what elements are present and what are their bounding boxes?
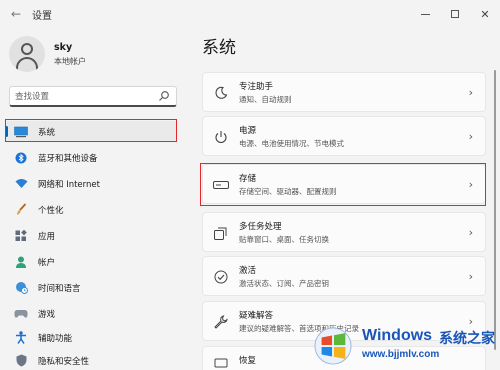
sidebar-item-gaming[interactable]: 游戏	[5, 303, 177, 324]
card-multitasking[interactable]: 多任务处理 贴靠窗口、桌面、任务切换 ›	[202, 212, 486, 252]
sidebar-item-accounts[interactable]: 帐户	[5, 251, 177, 272]
watermark-suffix: 系统之家	[439, 331, 495, 347]
focus-moon-icon	[213, 85, 229, 101]
sidebar-item-label: 个性化	[38, 205, 64, 216]
card-title: 专注助手	[239, 82, 274, 92]
power-icon	[213, 129, 229, 145]
sidebar-item-apps[interactable]: 应用	[5, 225, 177, 246]
shield-icon	[14, 354, 28, 368]
display-icon	[14, 125, 28, 139]
multitask-icon	[213, 225, 229, 241]
card-storage[interactable]: 存储 存储空间、驱动器、配置规则 ›	[202, 164, 486, 204]
windows-logo-icon	[314, 327, 352, 365]
sidebar-item-network[interactable]: 网络和 Internet	[5, 173, 177, 194]
card-title: 激活	[239, 266, 257, 276]
storage-icon	[213, 177, 229, 193]
card-subtitle: 电源、电池使用情况、节电模式	[239, 139, 344, 148]
title-bar: ← 设置 ✕	[0, 0, 500, 28]
activation-check-icon	[213, 269, 229, 285]
watermark-brand: Windows	[362, 327, 433, 344]
card-subtitle: 贴靠窗口、桌面、任务切换	[239, 235, 329, 244]
recovery-icon	[213, 355, 229, 370]
card-title: 疑难解答	[239, 311, 274, 321]
scrollbar[interactable]	[494, 70, 496, 350]
watermark-url: www.bjjmlv.com	[362, 349, 440, 360]
card-subtitle: 存储空间、驱动器、配置规则	[239, 187, 337, 196]
apps-icon	[14, 229, 28, 243]
close-icon[interactable]: ✕	[470, 0, 500, 28]
sidebar-item-label: 时间和语言	[38, 283, 81, 294]
chevron-right-icon: ›	[468, 226, 473, 239]
chevron-right-icon: ›	[468, 86, 473, 99]
sidebar-item-label: 应用	[38, 231, 56, 242]
sidebar-item-label: 蓝牙和其他设备	[38, 153, 98, 164]
card-power[interactable]: 电源 电源、电池使用情况、节电模式 ›	[202, 116, 486, 156]
sidebar-item-label: 系统	[38, 127, 56, 138]
sidebar-item-bluetooth[interactable]: 蓝牙和其他设备	[5, 147, 177, 168]
app-title: 设置	[32, 11, 52, 22]
account-type: 本地帐户	[54, 57, 86, 66]
sidebar-item-system[interactable]: 系统	[5, 121, 177, 142]
minimize-icon[interactable]	[410, 0, 440, 28]
arrow-left-icon[interactable]: ←	[8, 6, 24, 22]
card-title: 多任务处理	[239, 222, 282, 232]
wifi-icon	[14, 177, 28, 191]
page-title: 系统	[202, 38, 236, 58]
sidebar-item-privacy[interactable]: 隐私和安全性	[5, 350, 177, 370]
sidebar-item-label: 辅助功能	[38, 333, 73, 344]
active-indicator	[5, 126, 8, 137]
sidebar-item-personalization[interactable]: 个性化	[5, 199, 177, 220]
avatar[interactable]	[9, 36, 45, 72]
sidebar: sky 本地帐户 系统 蓝牙和其他设备 网络和 Internet 个性化	[0, 28, 188, 370]
sidebar-item-accessibility[interactable]: 辅助功能	[5, 327, 177, 348]
wrench-icon	[213, 314, 229, 330]
search-icon[interactable]	[158, 90, 170, 102]
card-subtitle: 通知、自动规则	[239, 95, 292, 104]
chevron-right-icon: ›	[468, 270, 473, 283]
bluetooth-icon	[14, 151, 28, 165]
person-icon	[14, 255, 28, 269]
card-subtitle: 激活状态、订阅、产品密钥	[239, 279, 329, 288]
maximize-icon[interactable]	[440, 0, 470, 28]
sidebar-item-label: 隐私和安全性	[38, 356, 90, 367]
search-box[interactable]	[9, 86, 177, 107]
card-activation[interactable]: 激活 激活状态、订阅、产品密钥 ›	[202, 256, 486, 296]
brush-icon	[14, 203, 28, 217]
sidebar-item-label: 帐户	[38, 257, 56, 268]
card-title: 电源	[239, 126, 257, 136]
globe-clock-icon	[14, 281, 28, 295]
card-focus-assist[interactable]: 专注助手 通知、自动规则 ›	[202, 72, 486, 112]
search-input[interactable]	[15, 89, 155, 104]
card-title: 恢复	[239, 356, 257, 366]
window-controls: ✕	[410, 0, 500, 28]
chevron-right-icon: ›	[468, 178, 473, 191]
sidebar-item-label: 游戏	[38, 309, 56, 320]
sidebar-item-time-language[interactable]: 时间和语言	[5, 277, 177, 298]
accessibility-icon	[14, 331, 28, 345]
user-name: sky	[54, 42, 73, 53]
watermark: Windows 系统之家 www.bjjmlv.com	[302, 318, 500, 370]
gamepad-icon	[14, 307, 28, 321]
chevron-right-icon: ›	[468, 130, 473, 143]
sidebar-item-label: 网络和 Internet	[38, 179, 100, 190]
card-title: 存储	[239, 174, 257, 184]
